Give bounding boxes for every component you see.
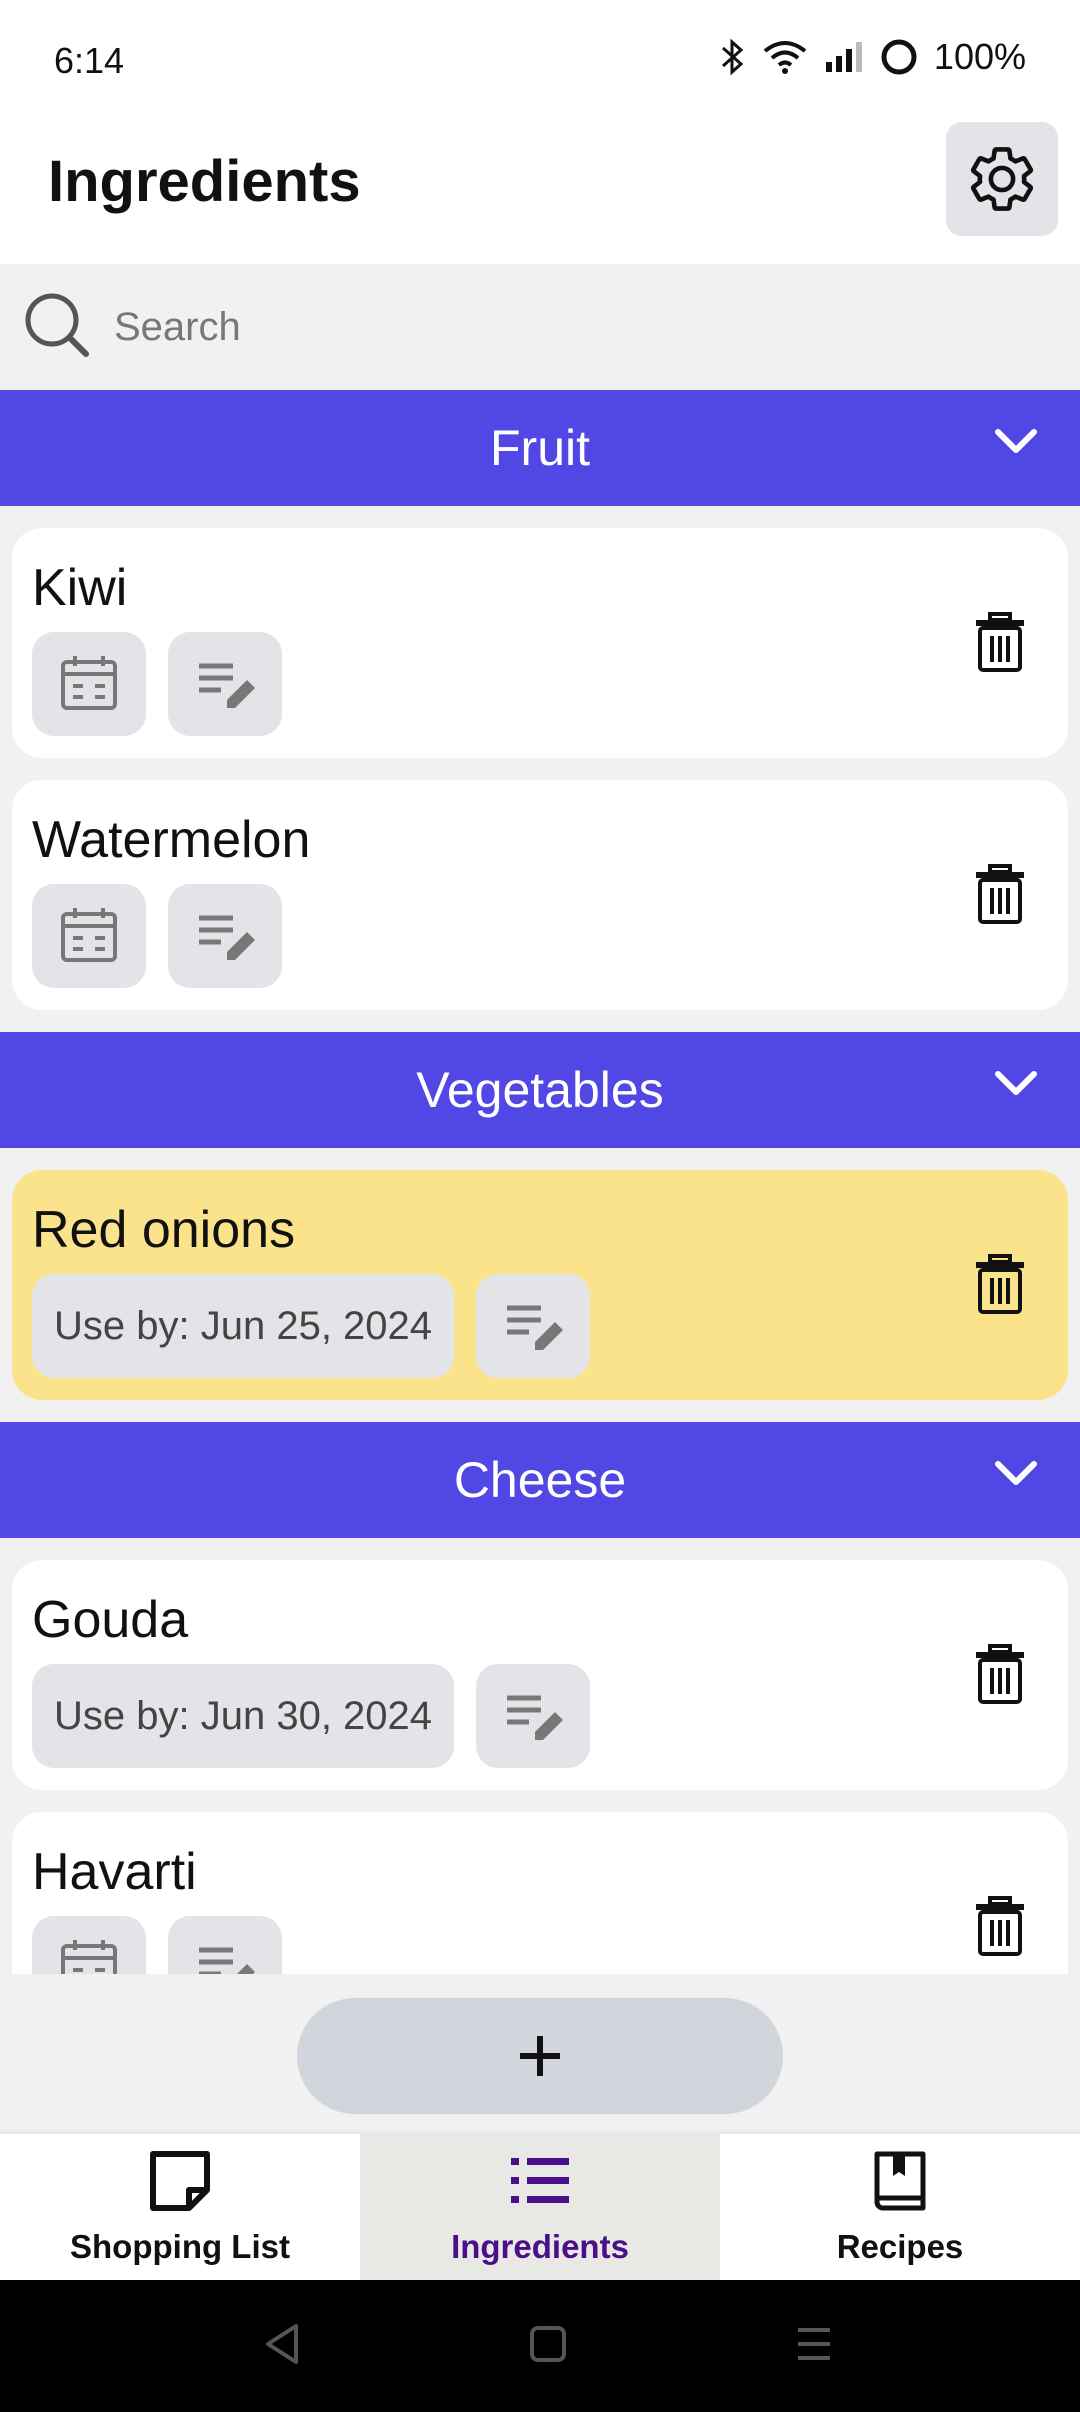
edit-note-icon [199,663,255,708]
edit-note-icon [199,1947,255,1974]
category-title: Vegetables [416,1062,664,1118]
wifi-icon [763,41,807,74]
edit-note-icon [199,915,255,960]
category-header-vegetables[interactable]: Vegetables [0,1032,1080,1148]
battery-icon [881,39,917,75]
edit-note-icon [507,1695,564,1740]
trash-icon[interactable] [972,1254,1028,1316]
search-bar [0,264,1080,390]
page-title: Ingredients [48,149,361,214]
edit-note-icon [507,1305,564,1350]
chevron-down-icon[interactable] [994,1070,1038,1098]
ingredient-card-expiring[interactable]: Red onions Use by: Jun 25, 2024 [12,1170,1068,1400]
ingredient-name: Havarti [32,1843,197,1901]
category-title: Cheese [453,1452,627,1508]
calendar-icon [61,656,117,710]
category-header-cheese[interactable]: Cheese [0,1422,1080,1538]
ingredient-name: Gouda [32,1591,189,1649]
trash-icon[interactable] [972,1644,1028,1706]
bottom-navigation: Shopping List Ingredients Recipes [0,2134,1080,2280]
chevron-down-icon[interactable] [994,428,1038,456]
trash-icon[interactable] [972,1896,1028,1958]
search-icon [25,293,89,357]
add-ingredient-button[interactable] [297,1998,783,2114]
settings-button[interactable] [946,122,1058,236]
nav-ingredients[interactable]: Ingredients [360,2134,720,2280]
search-input[interactable] [112,294,1016,360]
nav-label: Shopping List [70,2228,290,2265]
set-date-button[interactable] [32,884,146,988]
edit-notes-button[interactable] [168,632,282,736]
category-title: Fruit [490,420,590,476]
signal-icon [825,42,862,72]
home-icon[interactable] [528,2322,568,2366]
nav-label: Recipes [836,2228,964,2265]
plus-icon [520,2036,560,2076]
ingredient-card[interactable]: Havarti [12,1812,1068,1974]
add-area [0,1974,1080,2134]
note-icon [150,2151,210,2211]
set-date-button[interactable] [32,1916,146,1974]
book-icon [874,2151,926,2211]
ingredient-card[interactable]: Kiwi [12,528,1068,758]
chevron-down-icon[interactable] [994,1460,1038,1488]
app-bar: Ingredients [0,120,1080,264]
back-icon[interactable] [262,2322,302,2366]
ingredient-name: Watermelon [32,811,311,869]
use-by-date-button[interactable]: Use by: Jun 30, 2024 [32,1664,455,1768]
calendar-icon [61,908,117,962]
nav-shopping-list[interactable]: Shopping List [0,2134,360,2280]
status-bar: 6:14 100% [0,0,1080,120]
list-icon [511,2158,569,2203]
status-icons: 100% [720,36,1026,78]
ingredient-name: Red onions [32,1201,296,1259]
trash-icon[interactable] [972,864,1028,926]
trash-icon[interactable] [972,612,1028,674]
edit-notes-button[interactable] [476,1664,591,1768]
set-date-button[interactable] [32,632,146,736]
ingredient-list[interactable]: Fruit Kiwi Watermelon Vegetables Red oni… [0,390,1080,1974]
edit-notes-button[interactable] [168,884,282,988]
calendar-icon [61,1940,117,1974]
use-by-date-button[interactable]: Use by: Jun 25, 2024 [32,1274,455,1378]
gear-icon [970,147,1034,211]
ingredient-card[interactable]: Gouda Use by: Jun 30, 2024 [12,1560,1068,1790]
edit-notes-button[interactable] [476,1274,591,1378]
ingredient-name: Kiwi [32,559,128,617]
bluetooth-icon [721,38,744,76]
battery-level: 100% [933,36,1026,77]
nav-label: Ingredients [451,2228,629,2265]
system-navigation-bar [0,2280,1080,2412]
category-header-fruit[interactable]: Fruit [0,390,1080,506]
status-time: 6:14 [54,40,125,81]
recents-icon[interactable] [794,2322,834,2366]
ingredient-card[interactable]: Watermelon [12,780,1068,1010]
edit-notes-button[interactable] [168,1916,282,1974]
nav-recipes[interactable]: Recipes [720,2134,1080,2280]
